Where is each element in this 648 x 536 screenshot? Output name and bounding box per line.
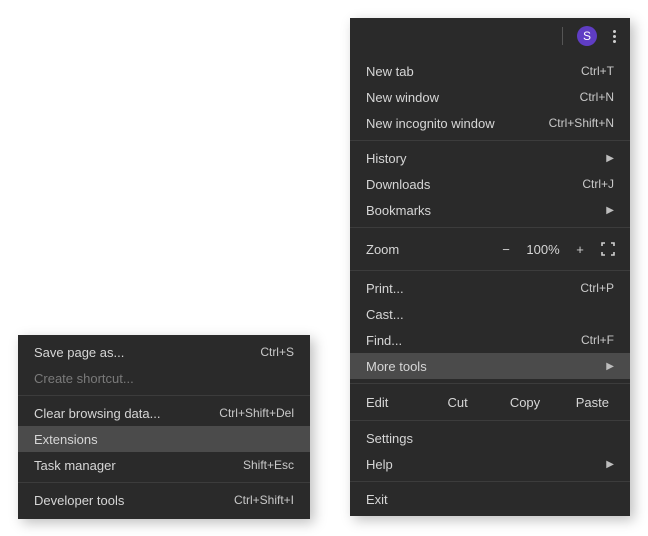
submenu-item-clear-browsing-data[interactable]: Clear browsing data... Ctrl+Shift+Del — [18, 400, 310, 426]
menu-separator — [350, 481, 630, 482]
submenu-item-extensions[interactable]: Extensions — [18, 426, 310, 452]
zoom-out-button[interactable]: − — [492, 242, 520, 257]
menu-item-settings[interactable]: Settings — [350, 425, 630, 451]
menu-item-shortcut: Ctrl+N — [580, 90, 614, 104]
menu-item-print[interactable]: Print... Ctrl+P — [350, 275, 630, 301]
menu-topbar: S — [350, 18, 630, 54]
menu-item-shortcut: Ctrl+S — [260, 345, 294, 359]
topbar-separator — [562, 27, 563, 45]
menu-item-exit[interactable]: Exit — [350, 486, 630, 512]
edit-copy-button[interactable]: Copy — [491, 391, 558, 414]
edit-label: Edit — [366, 395, 424, 410]
menu-separator — [350, 227, 630, 228]
menu-item-zoom: Zoom − 100% + — [350, 232, 630, 266]
menu-item-label: Task manager — [34, 458, 116, 473]
menu-item-shortcut: Ctrl+T — [581, 64, 614, 78]
zoom-in-button[interactable]: + — [566, 242, 594, 257]
menu-separator — [18, 395, 310, 396]
fullscreen-icon[interactable] — [594, 242, 622, 256]
menu-separator — [350, 383, 630, 384]
chrome-main-menu: S New tab Ctrl+T New window Ctrl+N New i… — [350, 18, 630, 516]
menu-item-new-window[interactable]: New window Ctrl+N — [350, 84, 630, 110]
menu-item-bookmarks[interactable]: Bookmarks ▶ — [350, 197, 630, 223]
menu-item-label: History — [366, 151, 406, 166]
menu-item-new-tab[interactable]: New tab Ctrl+T — [350, 58, 630, 84]
menu-item-new-incognito[interactable]: New incognito window Ctrl+Shift+N — [350, 110, 630, 136]
menu-separator — [18, 482, 310, 483]
menu-item-help[interactable]: Help ▶ — [350, 451, 630, 477]
menu-item-label: Bookmarks — [366, 203, 431, 218]
menu-item-shortcut: Ctrl+F — [581, 333, 614, 347]
zoom-value: 100% — [520, 242, 566, 257]
menu-item-label: Settings — [366, 431, 413, 446]
menu-item-history[interactable]: History ▶ — [350, 145, 630, 171]
kebab-menu-icon[interactable] — [611, 28, 618, 45]
menu-item-label: Save page as... — [34, 345, 124, 360]
menu-item-label: New window — [366, 90, 439, 105]
menu-item-label: Downloads — [366, 177, 430, 192]
chevron-right-icon: ▶ — [606, 361, 614, 372]
menu-item-label: More tools — [366, 359, 427, 374]
submenu-item-developer-tools[interactable]: Developer tools Ctrl+Shift+I — [18, 487, 310, 513]
chevron-right-icon: ▶ — [606, 153, 614, 164]
menu-item-shortcut: Ctrl+Shift+I — [234, 493, 294, 507]
menu-item-label: Print... — [366, 281, 404, 296]
menu-item-shortcut: Shift+Esc — [243, 458, 294, 472]
menu-item-shortcut: Ctrl+J — [582, 177, 614, 191]
menu-item-downloads[interactable]: Downloads Ctrl+J — [350, 171, 630, 197]
menu-item-shortcut: Ctrl+Shift+N — [549, 116, 614, 130]
menu-item-edit: Edit Cut Copy Paste — [350, 388, 630, 416]
menu-item-label: New incognito window — [366, 116, 495, 131]
menu-item-label: Cast... — [366, 307, 404, 322]
menu-item-cast[interactable]: Cast... — [350, 301, 630, 327]
menu-separator — [350, 270, 630, 271]
menu-item-label: Help — [366, 457, 393, 472]
submenu-item-create-shortcut: Create shortcut... — [18, 365, 310, 391]
chevron-right-icon: ▶ — [606, 459, 614, 470]
profile-avatar[interactable]: S — [577, 26, 597, 46]
menu-item-label: Exit — [366, 492, 388, 507]
menu-item-find[interactable]: Find... Ctrl+F — [350, 327, 630, 353]
menu-separator — [350, 140, 630, 141]
menu-item-label: Extensions — [34, 432, 98, 447]
menu-item-shortcut: Ctrl+P — [580, 281, 614, 295]
edit-cut-button[interactable]: Cut — [424, 391, 491, 414]
zoom-label: Zoom — [366, 242, 492, 257]
menu-item-label: Find... — [366, 333, 402, 348]
menu-separator — [350, 420, 630, 421]
submenu-item-save-page[interactable]: Save page as... Ctrl+S — [18, 339, 310, 365]
menu-item-more-tools[interactable]: More tools ▶ — [350, 353, 630, 379]
menu-item-label: Create shortcut... — [34, 371, 134, 386]
menu-item-label: Clear browsing data... — [34, 406, 160, 421]
edit-paste-button[interactable]: Paste — [559, 391, 626, 414]
menu-item-label: New tab — [366, 64, 414, 79]
submenu-item-task-manager[interactable]: Task manager Shift+Esc — [18, 452, 310, 478]
chevron-right-icon: ▶ — [606, 205, 614, 216]
more-tools-submenu: Save page as... Ctrl+S Create shortcut..… — [18, 335, 310, 519]
menu-item-label: Developer tools — [34, 493, 124, 508]
menu-item-shortcut: Ctrl+Shift+Del — [219, 406, 294, 420]
